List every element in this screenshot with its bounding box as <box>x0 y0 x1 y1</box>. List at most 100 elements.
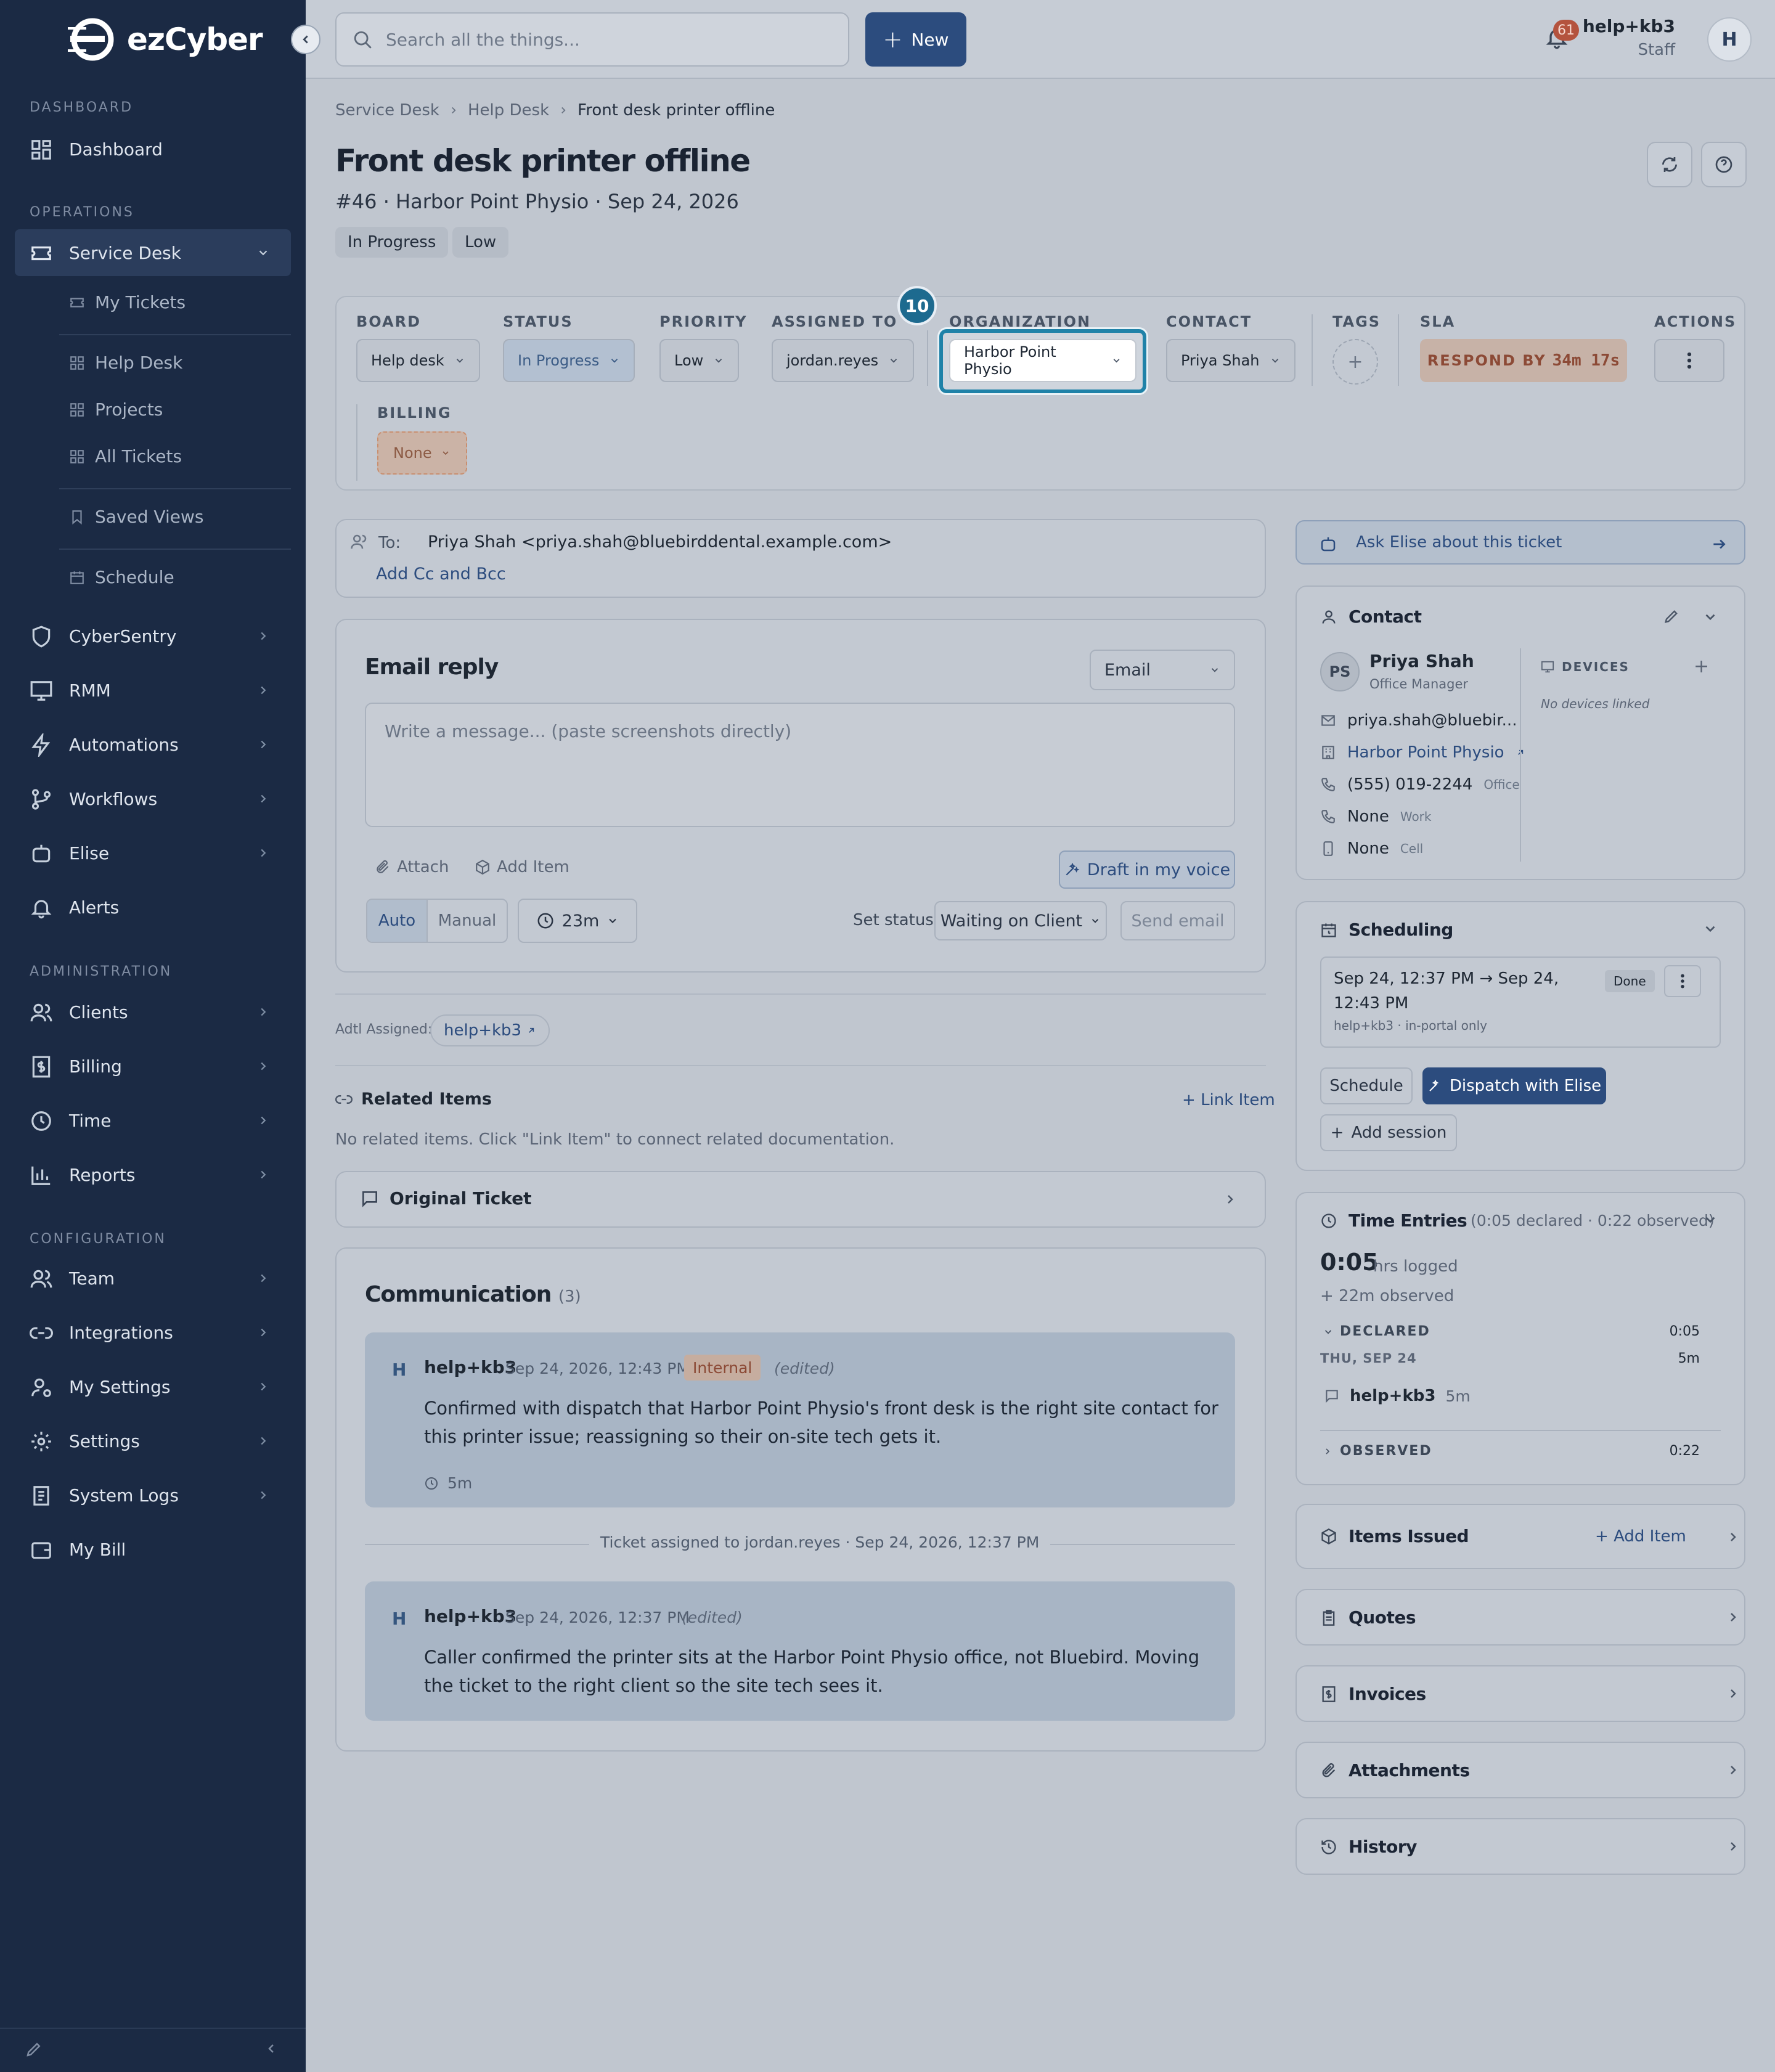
sidebar-item-rmm[interactable]: RMM <box>15 667 291 714</box>
status-label: STATUS <box>503 313 573 330</box>
organization-dropdown[interactable]: Harbor Point Physio <box>949 339 1136 382</box>
contact-organization-link[interactable]: Harbor Point Physio <box>1320 743 1525 762</box>
time-entry-row[interactable]: help+kb3 5m <box>1324 1387 1471 1405</box>
add-session-button[interactable]: + Add session <box>1320 1114 1457 1151</box>
chevron-down-icon[interactable] <box>1702 1212 1718 1228</box>
draft-in-my-voice-button[interactable]: Draft in my voice <box>1059 850 1235 889</box>
message-textarea[interactable]: Write a message... (paste screenshots di… <box>365 703 1235 827</box>
attach-button[interactable]: Attach <box>375 858 449 876</box>
add-tag-button[interactable]: + <box>1332 339 1378 385</box>
sidebar-item-billing[interactable]: Billing <box>15 1043 291 1090</box>
paperclip-icon <box>377 860 389 873</box>
sidebar-item-elise[interactable]: Elise <box>15 830 291 876</box>
collapse-sidebar-button[interactable] <box>291 25 320 54</box>
status-dropdown[interactable]: In Progress <box>503 339 635 382</box>
items-add-button[interactable]: + Add Item <box>1595 1527 1686 1546</box>
new-button[interactable]: + New <box>865 12 966 67</box>
manual-toggle[interactable]: Manual <box>428 900 507 942</box>
observed-toggle[interactable]: OBSERVED <box>1323 1443 1432 1459</box>
assigned-dropdown[interactable]: jordan.reyes <box>772 339 915 382</box>
sidebar-item-workflows[interactable]: Workflows <box>15 775 291 822</box>
time-summary: (0:05 declared · 0:22 observed) <box>1471 1212 1715 1230</box>
sidebar-item-alerts[interactable]: Alerts <box>15 884 291 931</box>
sidebar-sub-projects[interactable]: Projects <box>69 399 163 420</box>
timer-select[interactable]: 23m <box>518 899 637 943</box>
refresh-button[interactable] <box>1647 142 1692 187</box>
sidebar-item-reports[interactable]: Reports <box>15 1151 291 1198</box>
search-placeholder: Search all the things... <box>386 29 580 50</box>
sidebar-item-clients[interactable]: Clients <box>15 989 291 1035</box>
communication-entry: H help+kb3 Sep 24, 2026, 12:43 PM Intern… <box>365 1332 1235 1507</box>
day-value: 5m <box>1678 1351 1700 1366</box>
add-cc-bcc-link[interactable]: Add Cc and Bcc <box>376 565 506 584</box>
add-device-button[interactable]: + <box>1694 656 1709 677</box>
sidebar-item-integrations[interactable]: Integrations <box>15 1309 291 1356</box>
sidebar-item-my-settings[interactable]: My Settings <box>15 1363 291 1410</box>
grid-icon <box>31 140 51 160</box>
users-icon <box>30 1003 52 1022</box>
to-recipient[interactable]: Priya Shah <priya.shah@bluebirddental.ex… <box>428 532 892 552</box>
sidebar-sub-saved-views[interactable]: Saved Views <box>69 507 203 527</box>
sidebar-item-cybersentry[interactable]: CyberSentry <box>15 613 291 659</box>
actions-menu-button[interactable] <box>1654 339 1724 382</box>
send-email-button[interactable]: Send email <box>1120 901 1235 940</box>
channel-select[interactable]: Email <box>1090 650 1235 690</box>
priority-dropdown[interactable]: Low <box>659 339 740 382</box>
breadcrumb-help-desk[interactable]: Help Desk <box>468 101 549 120</box>
divider <box>356 404 357 481</box>
clock-icon <box>537 913 553 929</box>
collapse-sidebar-icon[interactable] <box>264 2041 279 2056</box>
chevron-right-icon <box>261 1437 266 1445</box>
link-item-button[interactable]: + Link Item <box>1182 1091 1275 1109</box>
schedule-button[interactable]: Schedule <box>1320 1067 1413 1104</box>
board-dropdown[interactable]: Help desk <box>356 339 480 382</box>
plus-icon: + <box>1182 1091 1201 1109</box>
addl-assigned-label: Adtl Assigned: <box>335 1022 433 1037</box>
contact-phone[interactable]: (555) 019-2244 Office <box>1320 775 1520 794</box>
sidebar-sub-schedule[interactable]: Schedule <box>69 567 174 587</box>
search-input[interactable]: Search all the things... <box>335 12 849 67</box>
sidebar-item-time[interactable]: Time <box>15 1097 291 1144</box>
section-dashboard: DASHBOARD <box>30 100 134 115</box>
app-logo[interactable]: ezCyber <box>68 14 263 65</box>
sidebar-item-service-desk[interactable]: Service Desk <box>15 229 291 276</box>
ask-elise-button[interactable]: Ask Elise about this ticket <box>1296 520 1745 565</box>
addl-assigned-user[interactable]: help+kb3 <box>430 1014 550 1046</box>
sidebar-sub-my-tickets[interactable]: My Tickets <box>69 292 186 312</box>
set-status-dropdown[interactable]: Waiting on Client <box>934 901 1107 940</box>
sidebar-item-automations[interactable]: Automations <box>15 721 291 768</box>
declared-toggle[interactable]: DECLARED <box>1323 1324 1430 1339</box>
refresh-icon <box>1662 157 1677 172</box>
box-icon <box>1321 1528 1336 1544</box>
user-gear-icon <box>31 1378 51 1397</box>
sidebar-item-system-logs[interactable]: System Logs <box>15 1472 291 1519</box>
auto-toggle[interactable]: Auto <box>367 900 428 942</box>
notification-badge: 61 <box>1553 20 1579 41</box>
chevron-down-icon[interactable] <box>1702 609 1718 625</box>
billing-dropdown[interactable]: None <box>377 431 467 475</box>
sidebar-item-team[interactable]: Team <box>15 1255 291 1302</box>
contact-email[interactable]: priya.shah@bluebir... <box>1320 711 1517 730</box>
divider <box>335 1065 1266 1066</box>
sidebar-sub-all-tickets[interactable]: All Tickets <box>69 446 182 467</box>
calendar-clock-icon <box>1321 923 1336 937</box>
sidebar-sub-help-desk[interactable]: Help Desk <box>69 353 182 373</box>
sidebar-item-settings[interactable]: Settings <box>15 1417 291 1464</box>
no-devices-text: No devices linked <box>1541 696 1650 711</box>
edit-icon[interactable] <box>1663 608 1680 625</box>
dispatch-with-elise-button[interactable]: Dispatch with Elise <box>1422 1067 1606 1104</box>
divider <box>1520 648 1521 862</box>
avatar[interactable]: H <box>1707 17 1752 62</box>
add-item-button[interactable]: Add Item <box>475 858 569 876</box>
sidebar-item-my-bill[interactable]: My Bill <box>15 1526 291 1573</box>
pencil-icon[interactable] <box>25 2040 43 2058</box>
breadcrumb-service-desk[interactable]: Service Desk <box>335 101 439 120</box>
message-square-icon <box>362 1191 377 1207</box>
contact-dropdown[interactable]: Priya Shah <box>1166 339 1296 382</box>
help-button[interactable] <box>1701 142 1747 187</box>
sidebar: ezCyber DASHBOARD Dashboard OPERATIONS S… <box>0 0 306 2072</box>
chevron-down-icon[interactable] <box>1702 921 1718 937</box>
edited-label: (edited) <box>682 1609 743 1626</box>
sidebar-item-dashboard[interactable]: Dashboard <box>15 126 291 173</box>
schedule-menu-button[interactable] <box>1664 965 1701 997</box>
